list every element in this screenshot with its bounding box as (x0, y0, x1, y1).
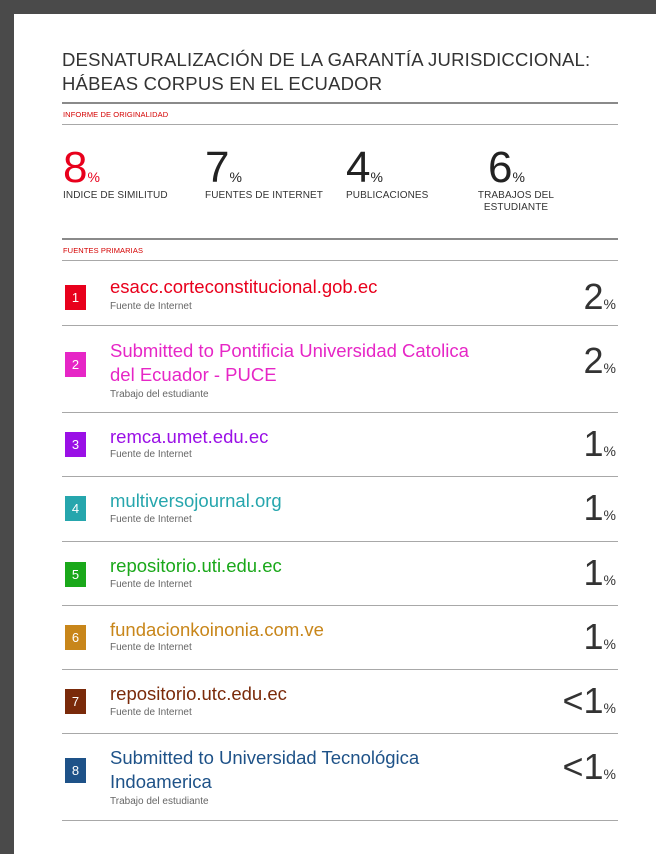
source-percent-value: 1 (583, 423, 604, 464)
source-name-line-2: Indoamerica (110, 771, 212, 792)
stat-internet-label: FUENTES DE INTERNET (205, 190, 324, 201)
source-percent: 2% (584, 343, 616, 379)
source-name[interactable]: remca.umet.edu.ec (110, 425, 530, 449)
source-percent-unit: % (603, 360, 616, 376)
source-type: Fuente de Internet (110, 707, 192, 718)
stat-student-label: TRABAJOS DEL ESTUDIANTE (474, 190, 558, 214)
stat-student-unit: % (512, 169, 525, 185)
stat-publications: 4% (346, 146, 383, 190)
source-percent-unit: % (603, 766, 616, 782)
source-row[interactable]: 1 esacc.corteconstitucional.gob.ec Fuent… (62, 261, 618, 326)
source-percent-unit: % (603, 572, 616, 588)
source-percent: 1% (584, 619, 616, 655)
source-name[interactable]: multiversojournal.org (110, 489, 530, 513)
stat-student-papers: 6% (488, 146, 525, 190)
source-type: Fuente de Internet (110, 514, 192, 525)
source-index-badge: 4 (65, 496, 86, 521)
stat-similarity: 8% (63, 146, 100, 190)
source-name[interactable]: Submitted to Pontificia Universidad Cato… (110, 339, 530, 387)
source-row[interactable]: 4 multiversojournal.org Fuente de Intern… (62, 476, 618, 542)
source-name[interactable]: repositorio.uti.edu.ec (110, 554, 530, 578)
source-row[interactable]: 8 Submitted to Universidad Tecnológica I… (62, 733, 618, 821)
source-row[interactable]: 6 fundacionkoinonia.com.ve Fuente de Int… (62, 605, 618, 670)
source-percent: 2% (584, 279, 616, 315)
source-index-badge: 6 (65, 625, 86, 650)
stat-similarity-label: INDICE DE SIMILITUD (63, 190, 168, 201)
source-percent-unit: % (603, 507, 616, 523)
source-percent-unit: % (603, 443, 616, 459)
stat-student-label-line-1: TRABAJOS DEL (477, 190, 555, 201)
primary-sources-label: FUENTES PRIMARIAS (63, 246, 144, 255)
stat-publications-value: 4 (346, 143, 371, 192)
source-percent-unit: % (603, 636, 616, 652)
source-index-badge: 2 (65, 352, 86, 377)
source-name-line-1: Submitted to Pontificia Universidad Cato… (110, 340, 469, 361)
source-type: Fuente de Internet (110, 642, 192, 653)
source-index-badge: 3 (65, 432, 86, 457)
document-title: DESNATURALIZACIÓN DE LA GARANTÍA JURISDI… (62, 48, 622, 96)
source-type: Fuente de Internet (110, 579, 192, 590)
source-index-badge: 5 (65, 562, 86, 587)
source-percent: <1% (563, 749, 617, 785)
row-divider (62, 820, 618, 821)
source-percent-value: <1 (562, 680, 604, 721)
source-type: Trabajo del estudiante (110, 796, 209, 807)
stat-publications-label: PUBLICACIONES (346, 190, 429, 201)
stat-publications-unit: % (370, 169, 383, 185)
title-line-1: DESNATURALIZACIÓN DE LA GARANTÍA JURISDI… (62, 49, 591, 70)
stat-similarity-unit: % (87, 169, 100, 185)
source-percent-value: 2 (583, 276, 604, 317)
source-percent: <1% (563, 683, 617, 719)
source-name[interactable]: Submitted to Universidad Tecnológica Ind… (110, 746, 530, 794)
source-percent: 1% (584, 426, 616, 462)
source-percent-unit: % (603, 700, 616, 716)
stat-internet-unit: % (229, 169, 242, 185)
source-percent: 1% (584, 555, 616, 591)
source-type: Fuente de Internet (110, 301, 192, 312)
source-name-line-2: del Ecuador - PUCE (110, 364, 277, 385)
source-type: Trabajo del estudiante (110, 389, 209, 400)
source-row[interactable]: 5 repositorio.uti.edu.ec Fuente de Inter… (62, 541, 618, 606)
source-index-badge: 7 (65, 689, 86, 714)
source-index-badge: 1 (65, 285, 86, 310)
source-name[interactable]: esacc.corteconstitucional.gob.ec (110, 275, 530, 299)
source-percent-value: <1 (562, 746, 604, 787)
source-percent-value: 1 (583, 552, 604, 593)
stat-internet-value: 7 (205, 143, 230, 192)
source-name-line-1: Submitted to Universidad Tecnológica (110, 747, 420, 768)
source-name[interactable]: repositorio.utc.edu.ec (110, 682, 530, 706)
source-row[interactable]: 7 repositorio.utc.edu.ec Fuente de Inter… (62, 669, 618, 734)
source-percent-value: 2 (583, 340, 604, 381)
source-type: Fuente de Internet (110, 449, 192, 460)
stats-divider (62, 238, 618, 240)
source-row[interactable]: 2 Submitted to Pontificia Universidad Ca… (62, 325, 618, 413)
source-name[interactable]: fundacionkoinonia.com.ve (110, 618, 530, 642)
title-line-2: HÁBEAS CORPUS EN EL ECUADOR (62, 73, 383, 94)
originality-divider (62, 124, 618, 125)
source-percent-value: 1 (583, 487, 604, 528)
stat-student-value: 6 (488, 143, 513, 192)
source-percent-value: 1 (583, 616, 604, 657)
stat-internet-sources: 7% (205, 146, 242, 190)
stat-student-label-line-2: ESTUDIANTE (483, 202, 549, 213)
title-divider (62, 102, 618, 104)
originality-report-label: INFORME DE ORIGINALIDAD (63, 110, 169, 119)
report-page: DESNATURALIZACIÓN DE LA GARANTÍA JURISDI… (14, 14, 656, 854)
stat-similarity-value: 8 (63, 143, 88, 192)
source-row[interactable]: 3 remca.umet.edu.ec Fuente de Internet 1… (62, 412, 618, 477)
source-percent-unit: % (603, 296, 616, 312)
source-percent: 1% (584, 490, 616, 526)
source-index-badge: 8 (65, 758, 86, 783)
